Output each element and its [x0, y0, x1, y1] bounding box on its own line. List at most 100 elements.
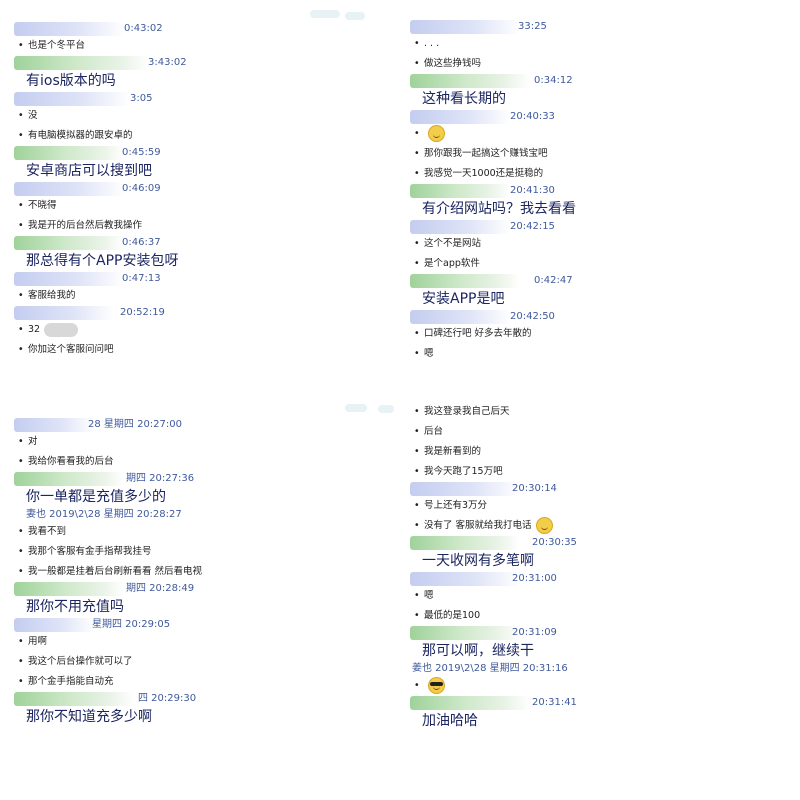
bullet-icon: •	[414, 258, 420, 269]
message-text: 我那个客服有金手指帮我挂号	[28, 546, 152, 557]
message-line: • 也是个冬平台	[8, 36, 394, 56]
chat-message: 0:47:13 • 客服给我的	[8, 272, 394, 306]
bullet-icon: •	[414, 128, 420, 139]
message-line: • 你加这个客服问问吧	[8, 340, 394, 360]
message-line: • 是个app软件	[404, 254, 792, 274]
message-header: 0:42:47	[404, 274, 792, 288]
message-text: 一天收网有多笔啊	[422, 553, 534, 569]
message-line: • 有电脑模拟器的跟安卓的	[8, 126, 394, 146]
chat-message: • 我这登录我自己后天 • 后台 • 我是新看到的 • 我今天跑了15万吧	[404, 402, 792, 482]
bullet-icon: •	[414, 38, 420, 49]
message-header: 妻也 2019\2\28 星期四 20:28:27	[8, 508, 394, 522]
message-line: • 我是开的后台然后教我操作	[8, 216, 394, 236]
message-text: 有ios版本的吗	[26, 73, 116, 89]
bullet-icon: •	[414, 590, 420, 601]
bullet-icon: •	[18, 290, 24, 301]
chat-message: 0:46:09 • 不晓得 • 我是开的后台然后教我操作	[8, 182, 394, 236]
chat-message: 20:52:19 • 32 • 你加这个客服问问吧	[8, 306, 394, 360]
chat-message: 20:42:50 • 口碑还行吧 好多去年散的 • 嗯	[404, 310, 792, 364]
chat-message: 20:31:41 加油哈哈	[404, 696, 792, 732]
message-line: • 我是新看到的	[404, 442, 792, 462]
message-text: 没有了 客服就给我打电话	[424, 520, 532, 531]
message-text: . . .	[424, 38, 440, 49]
message-header: 期四 20:28:49	[8, 582, 394, 596]
message-header: 0:46:09	[8, 182, 394, 196]
bullet-icon: •	[414, 610, 420, 621]
bullet-icon: •	[18, 456, 24, 467]
blurred-sender-name	[14, 582, 124, 596]
blurred-sender-name	[14, 92, 129, 106]
message-line: • 号上还有3万分	[404, 496, 792, 516]
message-line: • 32	[8, 320, 394, 340]
message-line: • 我那个客服有金手指帮我挂号	[8, 542, 394, 562]
message-line: • 嗯	[404, 344, 792, 364]
bullet-icon: •	[414, 500, 420, 511]
blurred-sender-name	[410, 482, 520, 496]
message-text: 32	[28, 324, 41, 335]
message-timestamp: 20:31:09	[512, 627, 557, 638]
message-text: 我这个后台操作就可以了	[28, 656, 133, 667]
message-line: • 最低的是100	[404, 606, 792, 626]
chat-panel-bottom-left: 28 星期四 20:27:00 • 对 • 我给你看看我的后台 期四 20:27:36 你一…	[8, 410, 394, 794]
message-text: 我今天跑了15万吧	[424, 466, 503, 477]
blurred-sender-name	[410, 310, 510, 324]
reply-text: 那你不知道充多少啊	[8, 706, 394, 728]
message-header: 20:31:09	[404, 626, 792, 640]
chat-panel-bottom-right: • 我这登录我自己后天 • 后台 • 我是新看到的 • 我今天跑了15万吧 20:30:14 • 号…	[404, 400, 792, 794]
reply-text: 那可以啊，继续干	[404, 640, 792, 662]
blurred-sender-name	[410, 274, 520, 288]
reply-text: 你一单都是充值多少的	[8, 486, 394, 508]
chat-message: 20:41:30 有介绍网站吗？我去看看	[404, 184, 792, 220]
message-text: 加油哈哈	[422, 713, 478, 729]
chat-message: 0:34:12 这种看长期的	[404, 74, 792, 110]
message-text: 最低的是100	[424, 610, 481, 621]
message-timestamp: 33:25	[518, 21, 547, 32]
smile-emoji-icon	[428, 125, 445, 142]
message-text: 你加这个客服问问吧	[28, 344, 114, 355]
bullet-icon: •	[18, 636, 24, 647]
blurred-sender-name	[14, 418, 94, 432]
message-line: • 我一般都是挂着后台刷新看看 然后看电视	[8, 562, 394, 582]
message-timestamp: 0:47:13	[122, 273, 161, 284]
message-line: • 后台	[404, 422, 792, 442]
bullet-icon: •	[18, 130, 24, 141]
message-timestamp: 20:31:00	[512, 573, 557, 584]
message-text: 我一般都是挂着后台刷新看看 然后看电视	[28, 566, 203, 577]
chat-message: 0:43:02 • 也是个冬平台	[8, 22, 394, 56]
message-text: 有介绍网站吗？我去看看	[422, 201, 576, 217]
blurred-sender-name	[14, 472, 124, 486]
message-header: 20:31:41	[404, 696, 792, 710]
bullet-icon: •	[18, 110, 24, 121]
message-text: 这个不是网站	[424, 238, 482, 249]
message-text: 做这些挣钱吗	[424, 58, 482, 69]
bullet-icon: •	[18, 656, 24, 667]
message-timestamp: 28 星期四 20:27:00	[88, 419, 182, 430]
message-header: 33:25	[404, 20, 792, 34]
message-header: 20:30:14	[404, 482, 792, 496]
message-text: 那个金手指能自动充	[28, 676, 114, 687]
bullet-icon: •	[18, 40, 24, 51]
blurred-sender-name	[14, 618, 94, 632]
chat-message: 期四 20:27:36 你一单都是充值多少的	[8, 472, 394, 508]
message-timestamp: 20:42:50	[510, 311, 555, 322]
message-text: 那总得有个APP安装包呀	[26, 253, 179, 269]
reply-text: 这种看长期的	[404, 88, 792, 110]
chat-message: 星期四 20:29:05 • 用啊 • 我这个后台操作就可以了 • 那个金手指能自动充	[8, 618, 394, 692]
bullet-icon: •	[414, 680, 420, 691]
message-timestamp: 20:31:41	[532, 697, 577, 708]
message-text: 也是个冬平台	[28, 40, 86, 51]
watermark-smudge	[345, 12, 365, 20]
message-timestamp: 20:30:14	[512, 483, 557, 494]
message-line: • 我看不到	[8, 522, 394, 542]
message-text: 我是新看到的	[424, 446, 482, 457]
bullet-icon: •	[414, 520, 420, 531]
message-text: 这种看长期的	[422, 91, 506, 107]
blurred-image	[44, 322, 79, 337]
message-line: • 我今天跑了15万吧	[404, 462, 792, 482]
message-line: • 那你跟我一起搞这个赚钱宝吧	[404, 144, 792, 164]
message-text: 那你跟我一起搞这个赚钱宝吧	[424, 148, 548, 159]
message-header: 0:34:12	[404, 74, 792, 88]
reply-text: 有介绍网站吗？我去看看	[404, 198, 792, 220]
message-header: 0:47:13	[8, 272, 394, 286]
message-line: •	[404, 124, 792, 144]
